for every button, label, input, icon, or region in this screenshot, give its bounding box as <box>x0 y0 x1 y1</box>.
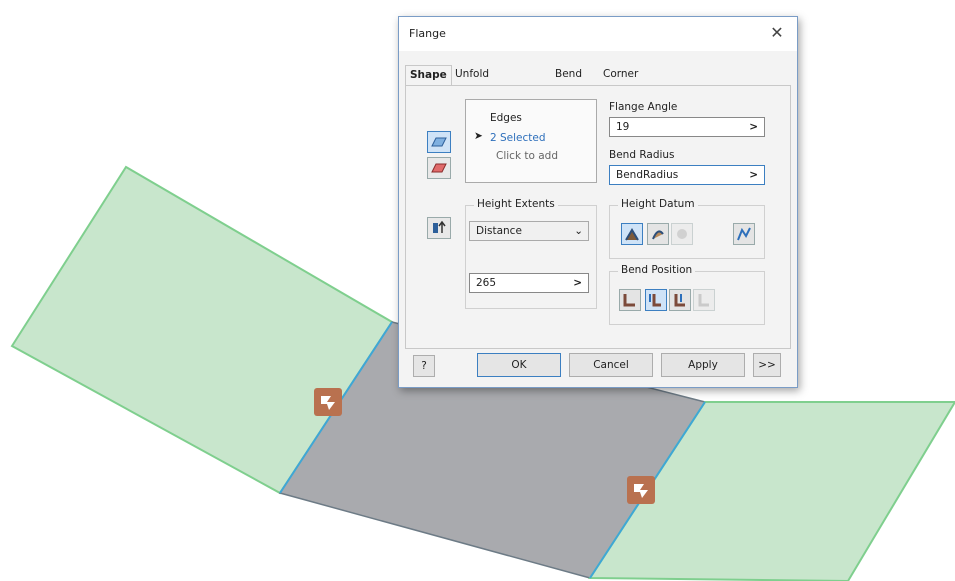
bend-position-inside-icon <box>623 294 635 307</box>
edge-select-icon <box>431 137 447 147</box>
flange-angle-arrow-icon[interactable]: > <box>749 118 758 136</box>
bend-position-inside-button[interactable] <box>619 289 641 311</box>
height-value: 265 <box>476 277 497 289</box>
datum-outer-icon <box>625 228 639 241</box>
tab-shape[interactable]: Shape <box>405 65 452 86</box>
ok-button[interactable]: OK <box>477 353 561 377</box>
edges-hint: Click to add <box>496 150 559 162</box>
tab-corner[interactable]: Corner <box>599 65 642 85</box>
dialog-title: Flange <box>409 27 446 40</box>
edges-selector[interactable]: Edges ➤ 2 Selected Click to add <box>465 99 597 183</box>
edge-select-button[interactable] <box>427 131 451 153</box>
bend-radius-arrow-icon[interactable]: > <box>749 166 758 184</box>
bend-position-outside-icon <box>674 294 685 307</box>
bend-position-outside-button[interactable] <box>669 289 691 311</box>
flange-angle-value: 19 <box>616 121 630 133</box>
datum-aligned-button[interactable] <box>733 223 755 245</box>
datum-aligned-icon <box>737 227 751 241</box>
datum-inner-button[interactable] <box>647 223 669 245</box>
loop-select-button[interactable] <box>427 157 451 179</box>
height-value-arrow-icon[interactable]: > <box>573 274 582 292</box>
close-icon[interactable]: ✕ <box>767 23 787 43</box>
height-extents-label: Height Extents <box>474 198 558 210</box>
help-icon[interactable]: ? <box>413 355 435 377</box>
datum-inner-icon <box>652 230 664 240</box>
cursor-arrow-icon: ➤ <box>474 130 483 142</box>
bend-position-adjacent-icon <box>649 294 661 307</box>
chevron-down-icon: ⌄ <box>574 225 583 237</box>
bend-position-adjacent-button[interactable] <box>645 289 667 311</box>
flange-dialog: Flange ✕ Shape Unfold Options Bend Corne… <box>398 16 798 388</box>
bend-radius-value: BendRadius <box>616 169 679 181</box>
height-value-input[interactable]: 265 > <box>469 273 589 293</box>
datum-tangent-icon <box>677 229 687 239</box>
bend-radius-label: Bend Radius <box>609 149 675 161</box>
bend-radius-input[interactable]: BendRadius > <box>609 165 765 185</box>
cancel-button[interactable]: Cancel <box>569 353 653 377</box>
title-bar: Flange ✕ <box>399 17 797 51</box>
edges-selected-count[interactable]: 2 Selected <box>490 132 546 144</box>
datum-tangent-button[interactable] <box>671 223 693 245</box>
bend-marker-icon[interactable] <box>627 476 655 504</box>
bend-position-tangent-icon <box>698 294 709 307</box>
flange-angle-label: Flange Angle <box>609 101 678 113</box>
apply-button[interactable]: Apply <box>661 353 745 377</box>
tab-unfold-options[interactable]: Unfold Options <box>451 65 500 98</box>
height-datum-label: Height Datum <box>618 198 698 210</box>
flip-direction-button[interactable] <box>427 217 451 239</box>
flange-angle-input[interactable]: 19 > <box>609 117 765 137</box>
loop-select-icon <box>431 163 447 173</box>
more-button[interactable]: >> <box>753 353 781 377</box>
flip-direction-icon <box>433 220 446 233</box>
bend-marker-icon[interactable] <box>314 388 342 416</box>
height-extents-dropdown[interactable]: Distance ⌄ <box>469 221 589 241</box>
datum-outer-button[interactable] <box>621 223 643 245</box>
height-extents-option: Distance <box>476 225 522 237</box>
bend-position-label: Bend Position <box>618 264 696 276</box>
tab-bend[interactable]: Bend <box>551 65 586 85</box>
bend-position-tangent-button[interactable] <box>693 289 715 311</box>
edges-heading: Edges <box>490 112 522 124</box>
